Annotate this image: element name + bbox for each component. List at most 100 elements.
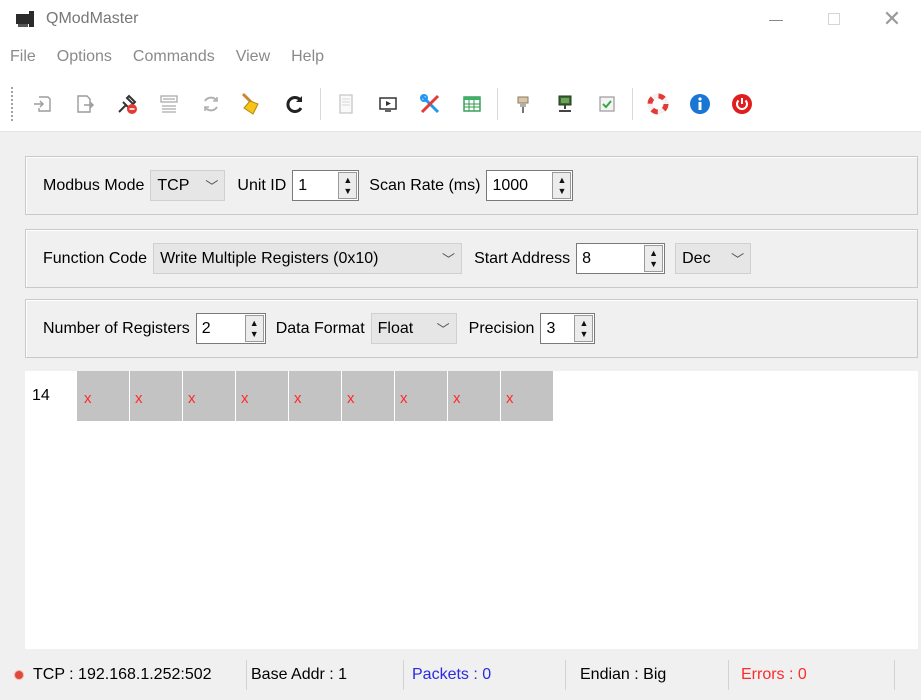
precision-value: 3 [546, 319, 556, 337]
table-cell[interactable]: x [130, 371, 183, 421]
title-bar: QModMaster ✕ [0, 0, 921, 38]
broom-icon [241, 92, 259, 115]
minimize-icon [769, 19, 783, 21]
address-format-select[interactable]: Dec ﹀ [675, 243, 752, 274]
connection-status: TCP : 192.168.1.252:502 [33, 666, 212, 683]
start-address-label: Start Address [474, 249, 571, 267]
status-bar: TCP : 192.168.1.252:502 Base Addr : 1 Pa… [0, 650, 921, 700]
unit-id-stepper[interactable]: ▲ ▼ [338, 172, 358, 199]
menu-bar: File Options Commands View Help [0, 38, 921, 76]
table-cell[interactable]: x [448, 371, 501, 421]
function-code-label: Function Code [43, 249, 148, 267]
refresh-button[interactable] [278, 87, 312, 121]
window-title: QModMaster [46, 10, 139, 27]
scan-rate-spinbox[interactable]: 1000 ▲ ▼ [486, 170, 574, 201]
modbus-mode-select[interactable]: TCP ﹀ [150, 170, 226, 201]
scan-rate-label: Scan Rate (ms) [369, 176, 481, 194]
menu-commands[interactable]: Commands [123, 48, 226, 66]
network-icon [558, 95, 572, 112]
data-format-value: Float [377, 319, 414, 337]
menu-view[interactable]: View [226, 48, 281, 66]
packets-status: Packets : 0 [412, 666, 492, 683]
clear-button[interactable] [236, 87, 270, 121]
maximize-button[interactable] [805, 0, 863, 38]
table-cell[interactable]: x [395, 371, 448, 421]
disconnect-button[interactable] [68, 87, 102, 121]
help-button[interactable] [641, 87, 675, 121]
scan-icon [204, 96, 218, 111]
toolbar-separator [497, 87, 498, 120]
chevron-down-icon: ﹀ [442, 252, 456, 267]
menu-options[interactable]: Options [47, 48, 123, 66]
function-settings-group: Function Code Write Multiple Registers (… [25, 229, 918, 288]
precision-spinbox[interactable]: 3 ▲ ▼ [540, 313, 596, 344]
app-computer-icon [16, 11, 36, 27]
chevron-down-icon: ﹀ [205, 179, 219, 194]
precision-label: Precision [468, 319, 535, 337]
number-of-registers-value: 2 [201, 319, 211, 337]
lifebuoy-icon [647, 93, 669, 114]
start-address-stepper[interactable]: ▲ ▼ [644, 245, 664, 272]
monitor-icon [379, 96, 397, 112]
data-format-label: Data Format [275, 319, 365, 337]
toolbar [0, 76, 921, 132]
status-separator [894, 660, 895, 690]
network-button[interactable] [548, 87, 582, 121]
arrow-up-icon: ▲ [579, 317, 589, 328]
reset-counters-icon [118, 94, 137, 114]
arrow-up-icon: ▲ [649, 247, 659, 258]
function-code-select[interactable]: Write Multiple Registers (0x10) ﹀ [153, 243, 463, 274]
connection-status-led-icon [15, 671, 23, 679]
toolbar-grip[interactable] [10, 85, 14, 122]
checkbox-button[interactable] [590, 87, 624, 121]
connection-settings-group: Modbus Mode TCP ﹀ Unit ID 1 ▲ ▼ Scan Rat… [25, 156, 918, 215]
connect-button[interactable] [26, 87, 60, 121]
precision-stepper[interactable]: ▲ ▼ [574, 315, 594, 342]
serial-port-button[interactable] [506, 87, 540, 121]
function-code-value: Write Multiple Registers (0x10) [160, 249, 379, 267]
address-format-value: Dec [682, 249, 711, 267]
table-icon [463, 95, 481, 112]
table-cell[interactable]: x [501, 371, 554, 421]
register-table[interactable]: 14 x x x x x x x x x [25, 371, 918, 649]
menu-file[interactable]: File [0, 48, 47, 66]
table-cell[interactable]: x [289, 371, 342, 421]
refresh-icon [286, 95, 303, 113]
number-of-registers-spinbox[interactable]: 2 ▲ ▼ [195, 313, 266, 344]
arrow-down-icon: ▼ [649, 258, 659, 269]
scan-button[interactable] [194, 87, 228, 121]
tools-icon [420, 93, 440, 113]
start-address-spinbox[interactable]: 8 ▲ ▼ [576, 243, 666, 274]
scan-rate-stepper[interactable]: ▲ ▼ [552, 172, 572, 199]
errors-status: Errors : 0 [741, 666, 807, 683]
connect-icon [34, 95, 51, 112]
exit-button[interactable] [725, 87, 759, 121]
register-settings-group: Number of Registers 2 ▲ ▼ Data Format Fl… [25, 299, 918, 358]
number-of-registers-label: Number of Registers [43, 319, 190, 337]
log-button[interactable] [329, 87, 363, 121]
table-cell[interactable]: x [77, 371, 130, 421]
table-cell[interactable]: x [183, 371, 236, 421]
info-button[interactable] [683, 87, 717, 121]
reset-counters-button[interactable] [110, 87, 144, 121]
table-button[interactable] [455, 87, 489, 121]
arrow-down-icon: ▼ [343, 185, 353, 196]
toolbar-separator [320, 87, 321, 120]
serial-port-icon [517, 96, 529, 113]
table-cell[interactable]: x [236, 371, 289, 421]
minimize-button[interactable] [747, 0, 805, 38]
monitor-button[interactable] [371, 87, 405, 121]
unit-id-label: Unit ID [237, 176, 287, 194]
endian-status: Endian : Big [580, 666, 667, 683]
disconnect-icon [77, 94, 94, 113]
number-of-registers-stepper[interactable]: ▲ ▼ [244, 315, 264, 342]
tools-button[interactable] [413, 87, 447, 121]
arrow-down-icon: ▼ [249, 328, 259, 339]
table-cell[interactable]: x [342, 371, 395, 421]
unit-id-spinbox[interactable]: 1 ▲ ▼ [292, 170, 360, 201]
bus-monitor-button[interactable] [152, 87, 186, 121]
data-format-select[interactable]: Float ﹀ [370, 313, 457, 344]
menu-help[interactable]: Help [281, 48, 335, 66]
close-button[interactable]: ✕ [863, 0, 921, 38]
table-row: x x x x x x x x x [77, 371, 554, 421]
